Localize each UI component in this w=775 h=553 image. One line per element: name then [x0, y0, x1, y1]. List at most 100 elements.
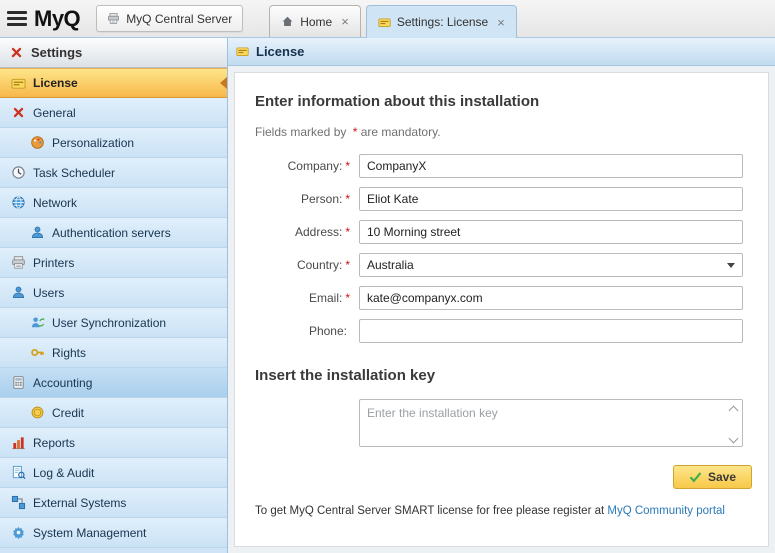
sidebar-item-log-audit[interactable]: Log & Audit — [0, 458, 227, 488]
form-row-company: Company:* — [251, 154, 752, 178]
form-row-address: Address:* — [251, 220, 752, 244]
sidebar-item-label: General — [33, 106, 76, 120]
sidebar-item-personalization[interactable]: Personalization — [0, 128, 227, 158]
user-sync-icon — [30, 315, 45, 330]
sidebar-item-accounting[interactable]: Accounting — [0, 368, 227, 398]
globe-icon — [11, 195, 26, 210]
sidebar-item-label: User Synchronization — [52, 316, 166, 330]
phone-input[interactable] — [359, 319, 743, 343]
country-selected-value: Australia — [367, 258, 414, 272]
close-icon[interactable]: × — [341, 15, 349, 28]
license-icon — [378, 16, 391, 29]
license-icon — [11, 76, 26, 91]
register-note: To get MyQ Central Server SMART license … — [255, 505, 752, 517]
sidebar-item-user-synchronization[interactable]: User Synchronization — [0, 308, 227, 338]
sidebar-item-label: Reports — [33, 436, 75, 450]
sidebar-item-label: Personalization — [52, 136, 134, 150]
installation-key-section-title: Insert the installation key — [255, 367, 752, 384]
server-name: MyQ Central Server — [126, 12, 232, 26]
sidebar-item-users[interactable]: Users — [0, 278, 227, 308]
form-row-country: Country:* Australia — [251, 253, 752, 277]
sidebar-item-external-systems[interactable]: External Systems — [0, 488, 227, 518]
save-row: Save — [251, 465, 752, 489]
chevron-down-icon — [727, 263, 735, 272]
bar-chart-icon — [11, 435, 26, 450]
company-label: Company:* — [251, 159, 359, 173]
sidebar-title: Settings — [0, 38, 227, 68]
sidebar-item-label: Log & Audit — [33, 466, 94, 480]
sidebar-item-label: Rights — [52, 346, 86, 360]
topbar: MyQ MyQ Central Server Home × — [0, 0, 775, 38]
sidebar-item-authentication-servers[interactable]: Authentication servers — [0, 218, 227, 248]
main-area: License Enter information about this ins… — [228, 38, 775, 553]
address-input[interactable] — [359, 220, 743, 244]
save-button[interactable]: Save — [673, 465, 752, 489]
email-input[interactable] — [359, 286, 743, 310]
company-input[interactable] — [359, 154, 743, 178]
sidebar-item-label: System Management — [33, 526, 146, 540]
sidebar-item-label: Credit — [52, 406, 84, 420]
form-row-person: Person:* — [251, 187, 752, 211]
auth-user-icon — [30, 225, 45, 240]
sidebar-item-label: License — [33, 76, 78, 90]
user-icon — [11, 285, 26, 300]
server-printer-icon — [107, 12, 120, 25]
sidebar-item-printers[interactable]: Printers — [0, 248, 227, 278]
sidebar-item-system-management[interactable]: System Management — [0, 518, 227, 548]
sidebar-item-label: Network — [33, 196, 77, 210]
key-icon — [30, 345, 45, 360]
palette-icon — [30, 135, 45, 150]
sidebar-item-label: Authentication servers — [52, 226, 171, 240]
installation-key-input[interactable] — [359, 399, 743, 447]
sidebar-item-label: External Systems — [33, 496, 126, 510]
hamburger-menu-icon[interactable] — [7, 11, 27, 26]
installation-section-title: Enter information about this installatio… — [255, 93, 752, 110]
mandatory-note: Fields marked by * are mandatory. — [255, 125, 752, 139]
sidebar-item-reports[interactable]: Reports — [0, 428, 227, 458]
external-systems-icon — [11, 495, 26, 510]
form-row-phone: Phone: — [251, 319, 752, 343]
address-label: Address:* — [251, 225, 359, 239]
sidebar-item-label: Task Scheduler — [33, 166, 115, 180]
content-area: Enter information about this installatio… — [228, 66, 775, 553]
tab-bar: Home × Settings: License × — [269, 5, 517, 37]
installation-key-area — [359, 399, 743, 452]
log-audit-icon — [11, 465, 26, 480]
person-input[interactable] — [359, 187, 743, 211]
license-panel: Enter information about this installatio… — [234, 72, 769, 547]
sidebar-item-general[interactable]: General — [0, 98, 227, 128]
license-icon — [236, 45, 249, 58]
sidebar-item-label: Accounting — [33, 376, 92, 390]
home-icon — [281, 15, 294, 28]
clock-icon — [11, 165, 26, 180]
myq-logo: MyQ — [34, 6, 80, 32]
check-icon — [689, 471, 702, 484]
gear-icon — [11, 525, 26, 540]
country-label: Country:* — [251, 258, 359, 272]
tools-icon — [9, 45, 24, 60]
page-title: License — [256, 44, 304, 59]
tab-home[interactable]: Home × — [269, 5, 361, 37]
tools-icon — [11, 105, 26, 120]
person-label: Person:* — [251, 192, 359, 206]
tab-settings-license[interactable]: Settings: License × — [366, 5, 517, 38]
close-icon[interactable]: × — [497, 16, 505, 29]
license-form: Company:* Person:* Address:* Cou — [251, 154, 752, 343]
myq-central-server-window: MyQ MyQ Central Server Home × — [0, 0, 775, 553]
sidebar-item-network[interactable]: Network — [0, 188, 227, 218]
calculator-icon — [11, 375, 26, 390]
myq-community-portal-link[interactable]: MyQ Community portal — [607, 505, 725, 517]
page-title-bar: License — [228, 38, 775, 66]
sidebar-item-label: Users — [33, 286, 64, 300]
sidebar-item-rights[interactable]: Rights — [0, 338, 227, 368]
country-select[interactable]: Australia — [359, 253, 743, 277]
sidebar-item-credit[interactable]: Credit — [0, 398, 227, 428]
server-selector-button[interactable]: MyQ Central Server — [96, 5, 243, 32]
form-row-email: Email:* — [251, 286, 752, 310]
sidebar-item-task-scheduler[interactable]: Task Scheduler — [0, 158, 227, 188]
sidebar-item-license[interactable]: License — [0, 68, 227, 98]
printer-icon — [11, 255, 26, 270]
settings-sidebar: Settings License General — [0, 38, 228, 553]
tab-label: Settings: License — [397, 15, 488, 29]
phone-label: Phone: — [251, 324, 359, 338]
